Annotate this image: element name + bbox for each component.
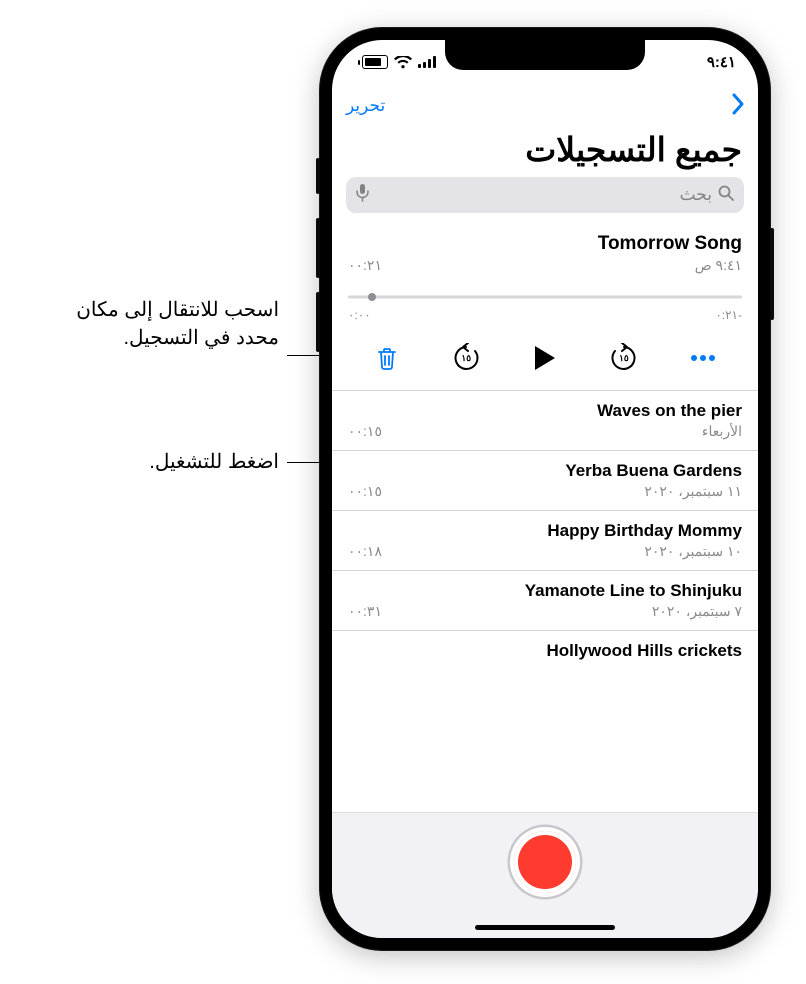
scrubber[interactable] [348,290,742,304]
scrubber-thumb[interactable] [368,293,376,301]
back-button[interactable] [730,93,744,120]
device-frame: ٩:٤١ تحرير جميع التسج [320,28,770,950]
recordings-list: Waves on the pier الأربعاء٠٠:١٥ Yerba Bu… [332,390,758,661]
notch [445,40,645,70]
delete-button[interactable] [348,340,427,376]
nav-bar: تحرير [332,84,758,128]
recording-title[interactable]: Tomorrow Song [348,233,742,255]
search-placeholder: بحث [680,185,712,205]
skip-back-button[interactable]: ١٥ [427,340,506,376]
time-remaining: -٠:٢١ [715,308,742,322]
search-field[interactable]: بحث [346,177,744,213]
recording-duration: ٠٠:٢١ [348,257,382,274]
record-dock [332,812,758,938]
list-item[interactable]: Waves on the pier الأربعاء٠٠:١٥ [332,390,758,450]
record-button[interactable] [514,831,576,893]
recording-subtitle: ٩:٤١ ص [695,257,742,274]
dictation-icon[interactable] [356,184,369,207]
callout-play: اضغط للتشغيل. [149,448,279,476]
battery-icon [358,55,388,69]
edit-button[interactable]: تحرير [346,96,385,116]
search-icon [718,185,734,206]
status-time: ٩:٤١ [707,53,736,71]
list-item[interactable]: Yamanote Line to Shinjuku ٧ سبتمبر، ٢٠٢٠… [332,570,758,630]
time-elapsed: ٠:٠٠ [348,308,371,322]
skip-forward-button[interactable]: ١٥ [584,340,663,376]
list-item[interactable]: Happy Birthday Mommy ١٠ سبتمبر، ٢٠٢٠٠٠:١… [332,510,758,570]
screen: ٩:٤١ تحرير جميع التسج [332,40,758,938]
cellular-icon [418,56,436,68]
list-item[interactable]: Yerba Buena Gardens ١١ سبتمبر، ٢٠٢٠٠٠:١٥ [332,450,758,510]
wifi-icon [394,56,412,69]
list-item[interactable]: Hollywood Hills crickets [332,630,758,661]
recording-expanded: Tomorrow Song ٩:٤١ ص ٠٠:٢١ -٠:٢١ ٠:٠٠ [332,223,758,390]
callout-scrubber: اسحب للانتقال إلى مكان محدد في التسجيل. [76,296,279,352]
page-title: جميع التسجيلات [332,128,758,177]
home-indicator[interactable] [475,925,615,930]
more-button[interactable] [663,340,742,376]
play-button[interactable] [506,340,585,376]
